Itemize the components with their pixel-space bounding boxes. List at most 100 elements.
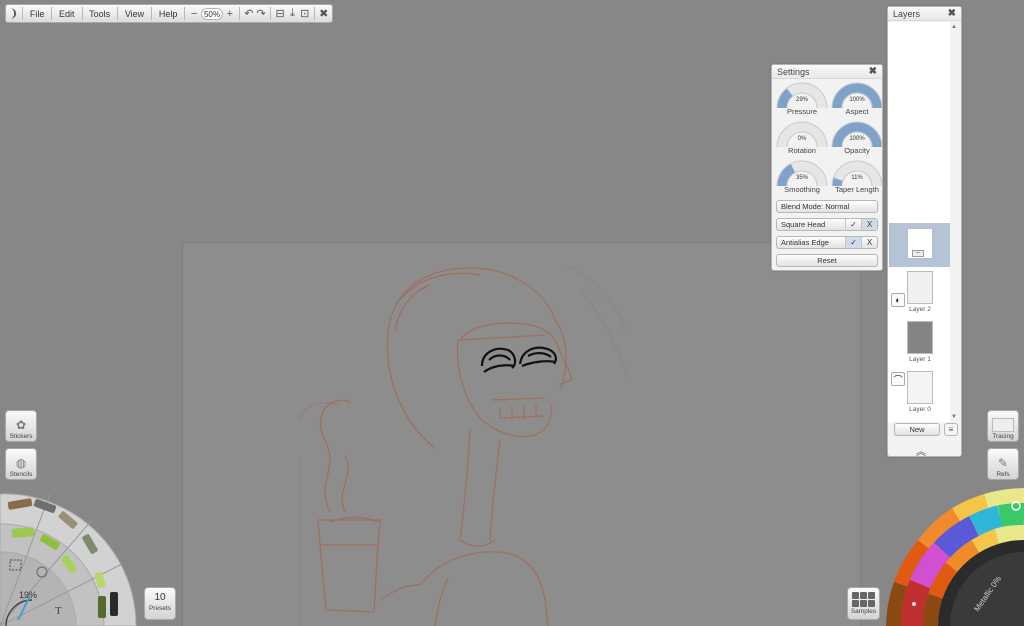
square-head-toggle: Square Head ✓ X (776, 218, 878, 231)
tracing-button[interactable]: Tracing (987, 410, 1019, 442)
refs-icon: ✎ (997, 456, 1009, 470)
menu-tools[interactable]: Tools (86, 9, 113, 19)
toolbar-divider (22, 7, 23, 20)
samples-button[interactable]: Samples (847, 587, 880, 620)
layer-item[interactable]: ◐ Layer 2 (889, 269, 950, 317)
toolbar-divider (239, 7, 240, 20)
main-toolbar: ❩ File Edit Tools View Help − 50% + ↶ ↷ … (5, 4, 333, 23)
antialias-edge-on-button[interactable]: ✓ (845, 237, 861, 248)
samples-icon (848, 592, 879, 607)
fullscreen-close-icon[interactable]: ✖ (319, 6, 329, 21)
tool-wheel[interactable]: 19% T (0, 480, 145, 626)
layer-item[interactable]: ⌒ Layer 0 (889, 369, 950, 417)
toolbar-divider (270, 7, 271, 20)
stencils-label: Stencils (9, 471, 33, 478)
layer-thumbnail (907, 371, 933, 404)
opacity-value: 100% (849, 136, 865, 142)
rotation-value: 0% (797, 136, 807, 142)
menu-edit[interactable]: Edit (56, 9, 78, 19)
opacity-label: Opacity (844, 146, 870, 155)
app-logo-icon[interactable]: ❩ (9, 7, 18, 21)
zoom-in-button[interactable]: + (225, 6, 235, 21)
layers-title: Layers (893, 8, 921, 19)
pressure-value: 29% (795, 97, 808, 103)
rotation-dial[interactable]: 0% Rotation (776, 121, 828, 158)
toolbar-divider (51, 7, 53, 20)
pressure-dial[interactable]: 29% Pressure (776, 82, 828, 119)
settings-title: Settings (777, 66, 810, 77)
opacity-dial[interactable]: 100% Opacity (831, 121, 883, 158)
undo-icon[interactable]: ↶ (244, 6, 254, 21)
layer-name: Layer 1 (909, 356, 931, 363)
reset-button[interactable]: Reset (776, 254, 878, 267)
text-tool-icon[interactable]: T (55, 605, 62, 617)
menu-view[interactable]: View (122, 9, 147, 19)
layer-thumbnail (907, 321, 933, 354)
toolbar-divider (184, 7, 185, 20)
export-icon[interactable]: ⊡ (300, 6, 310, 21)
collapse-panel-icon[interactable]: ︽ (916, 443, 926, 458)
tracing-icon (992, 418, 1014, 432)
drawing-canvas[interactable] (182, 242, 861, 626)
redo-icon[interactable]: ↷ (256, 6, 266, 21)
pressure-label: Pressure (786, 107, 817, 116)
square-head-off-button[interactable]: X (861, 219, 877, 230)
presets-button[interactable]: 10 Presets (144, 587, 176, 620)
scroll-up-icon[interactable]: ▲ (949, 24, 959, 34)
refs-label: Refs (996, 471, 1010, 478)
collapse-icon[interactable]: – (912, 250, 924, 257)
menu-help[interactable]: Help (156, 9, 181, 19)
color-wheel[interactable]: Metallic 0% (880, 478, 1024, 626)
smoothing-dial[interactable]: 35% Smoothing (776, 160, 828, 197)
aspect-value: 100% (849, 97, 865, 103)
layer-blend-icon[interactable]: ◐ (891, 293, 905, 307)
layer-item-active[interactable]: – (889, 223, 950, 267)
square-head-on-button[interactable]: ✓ (845, 219, 861, 230)
close-icon[interactable]: ✖ (948, 8, 956, 19)
square-head-label: Square Head (781, 220, 826, 229)
refs-button[interactable]: ✎ Refs (987, 448, 1019, 480)
layer-name: Layer 2 (909, 306, 931, 313)
presets-label: Presets (148, 605, 172, 612)
close-icon[interactable]: ✖ (869, 66, 877, 77)
aspect-dial[interactable]: 100% Aspect (831, 82, 883, 119)
zoom-out-button[interactable]: − (189, 6, 199, 21)
new-layer-button[interactable]: New (894, 423, 940, 436)
stickers-label: Stickers (9, 433, 33, 440)
layers-panel: Layers ✖ ▲ ▼ – ◐ Layer 2 Layer 1 ⌒ Layer… (887, 6, 962, 458)
zoom-level[interactable]: 50% (201, 7, 223, 20)
tracing-label: Tracing (992, 433, 1014, 440)
toolbar-divider (313, 7, 315, 20)
taper-length-label: Taper Length (835, 185, 879, 194)
antialias-edge-label: Antialias Edge (781, 238, 829, 247)
settings-dials: 29% Pressure 100% Aspect 0% Rotation 100% Op… (772, 79, 883, 197)
canvas-transform-icon[interactable]: ⊟ (275, 6, 285, 21)
blend-mode-select[interactable]: Blend Mode: Normal (776, 200, 878, 213)
layer-brush-icon[interactable]: ⌒ (891, 372, 905, 386)
layer-menu-icon[interactable]: ≡ (944, 423, 958, 436)
samples-label: Samples (850, 608, 877, 615)
stencils-icon: ◍ (15, 456, 27, 470)
aspect-label: Aspect (845, 107, 869, 116)
taper-length-dial[interactable]: 11% Taper Length (831, 160, 883, 197)
toolbar-divider (117, 7, 118, 20)
layer-item[interactable]: Layer 1 (889, 319, 950, 367)
layer-name: Layer 0 (909, 406, 931, 413)
layer-scrollbar[interactable]: ▲ ▼ (949, 24, 959, 424)
stickers-button[interactable]: ✿ Stickers (5, 410, 37, 442)
stencils-button[interactable]: ◍ Stencils (5, 448, 37, 480)
menu-file[interactable]: File (27, 9, 48, 19)
settings-panel: Settings ✖ 29% Pressure 100% Aspect 0% Rota… (771, 64, 883, 271)
toolbar-divider (151, 7, 152, 20)
taper-length-value: 11% (851, 175, 863, 181)
layers-header: Layers ✖ (888, 7, 961, 21)
antialias-edge-off-button[interactable]: X (861, 237, 877, 248)
layer-thumbnail (907, 271, 933, 304)
smoothing-value: 35% (795, 175, 808, 181)
presets-count: 10 (154, 592, 166, 603)
stickers-icon: ✿ (15, 418, 27, 432)
brush-size-value: 19% (19, 590, 37, 600)
import-icon[interactable]: ⤓ (287, 6, 297, 21)
antialias-edge-toggle: Antialias Edge ✓ X (776, 236, 878, 249)
shade-picker-handle-icon[interactable] (912, 602, 916, 606)
